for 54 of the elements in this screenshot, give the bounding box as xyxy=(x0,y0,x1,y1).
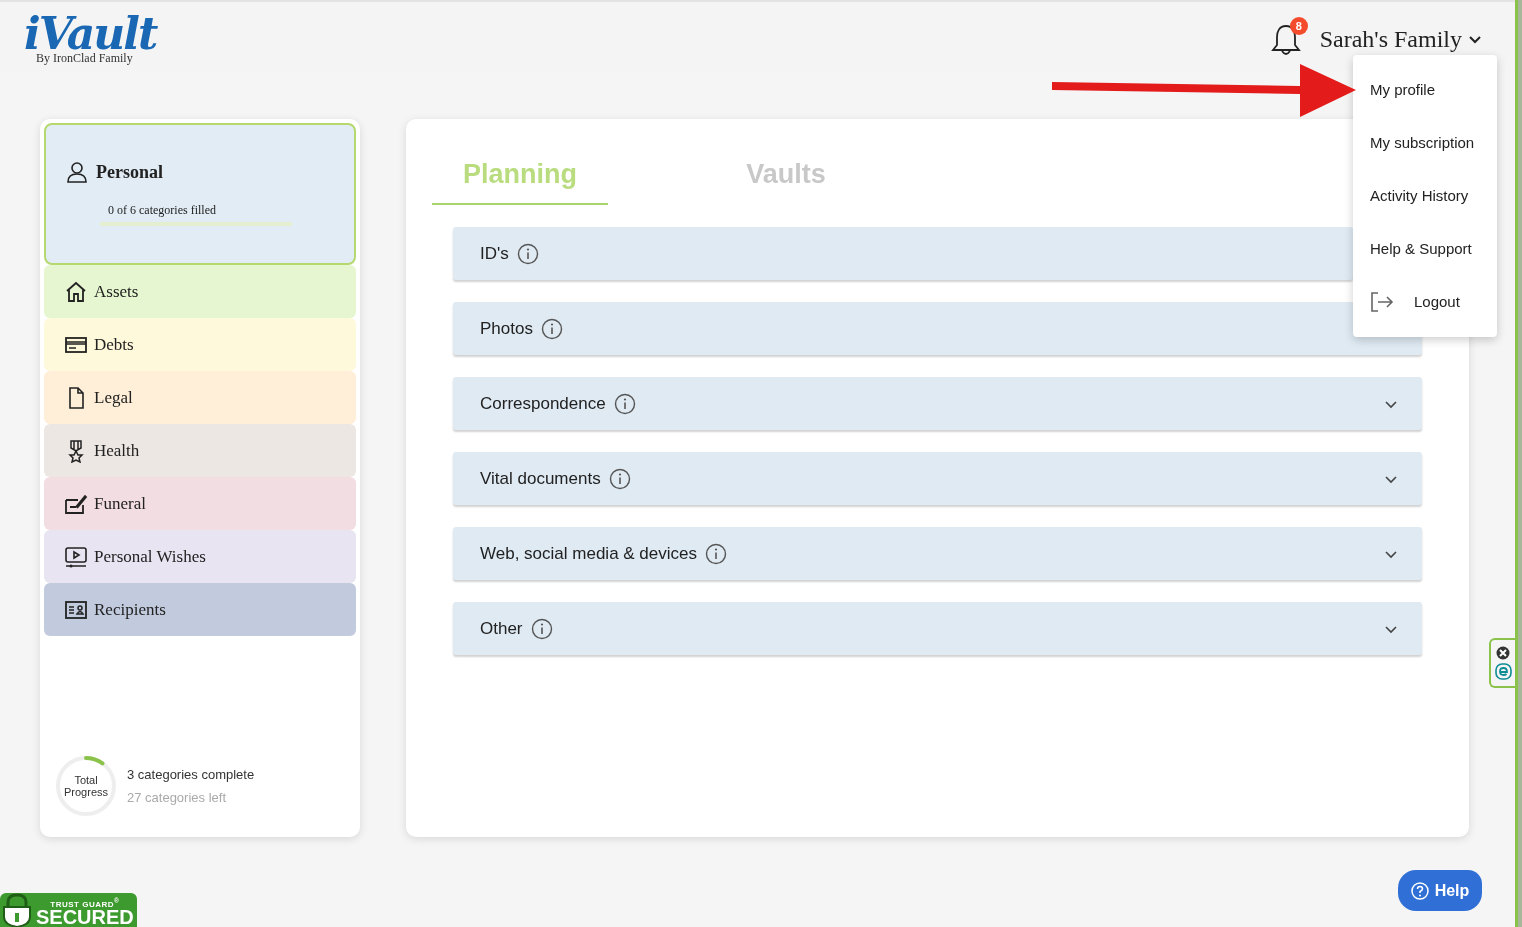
info-icon[interactable] xyxy=(608,467,631,490)
lock-icon xyxy=(0,893,34,927)
question-icon xyxy=(1410,881,1429,900)
menu-item[interactable]: My profile xyxy=(1353,63,1497,116)
extension-widget[interactable] xyxy=(1489,638,1515,688)
info-icon[interactable] xyxy=(540,317,563,340)
section-title: Vital documents xyxy=(480,468,601,489)
secured-label: SECURED xyxy=(36,907,134,927)
sidebar-item[interactable]: Personal Wishes xyxy=(44,530,356,583)
notification-count: 8 xyxy=(1289,16,1308,35)
chevron-icon[interactable] xyxy=(1384,398,1398,409)
trust-guard-label: TRUST GUARD$^{®}$ xyxy=(50,897,120,909)
section-title: Web, social media & devices xyxy=(480,543,697,564)
total-progress-label: Total Progress xyxy=(63,774,109,798)
chevron-icon[interactable] xyxy=(1384,548,1398,559)
logout-icon xyxy=(1370,290,1394,313)
accordion-header[interactable]: Web, social media & devices xyxy=(453,527,1422,580)
help-button[interactable]: Help xyxy=(1398,870,1482,911)
sidebar-item[interactable]: Debts xyxy=(44,318,356,371)
e-logo-icon[interactable] xyxy=(1494,663,1512,680)
chevron-icon[interactable] xyxy=(1384,473,1398,484)
section-title: Photos xyxy=(480,318,533,339)
section-title: Correspondence xyxy=(480,393,606,414)
video-icon xyxy=(64,544,88,569)
categories-filled-text: 0 of 6 categories filled xyxy=(108,203,216,218)
personal-card[interactable]: Personal 0 of 6 categories filled xyxy=(44,123,356,265)
accordion-header[interactable]: Other xyxy=(453,602,1422,655)
sidebar-item[interactable]: Assets xyxy=(44,265,356,318)
personal-title: Personal xyxy=(96,161,163,183)
sidebar-item[interactable]: Funeral xyxy=(44,477,356,530)
menu-item[interactable]: Help & Support xyxy=(1353,222,1497,275)
accordion-header[interactable]: Correspondence xyxy=(453,377,1422,430)
accordion-header[interactable]: Vital documents xyxy=(453,452,1422,505)
info-icon[interactable] xyxy=(613,392,636,415)
section-title: Other xyxy=(480,618,523,639)
section-title: ID's xyxy=(480,243,509,264)
trust-badge[interactable]: TRUST GUARD$^{®}$ SECURED xyxy=(0,893,137,927)
accordion-header[interactable]: ID's xyxy=(453,227,1353,280)
house-icon xyxy=(64,279,88,304)
sidebar-item[interactable]: Recipients xyxy=(44,583,356,636)
close-icon[interactable] xyxy=(1496,646,1510,660)
info-icon[interactable] xyxy=(530,617,553,640)
account-menu-button[interactable]: Sarah's Family xyxy=(1319,26,1482,53)
sidebar-item[interactable]: Legal xyxy=(44,371,356,424)
menu-item[interactable]: My subscription xyxy=(1353,116,1497,169)
bell-icon[interactable] xyxy=(1269,22,1302,57)
categories-complete-text: 3 categories complete xyxy=(127,767,255,782)
info-icon[interactable] xyxy=(705,542,727,565)
menu-item[interactable]: Activity History xyxy=(1353,169,1497,222)
chevron-icon[interactable] xyxy=(1384,623,1398,634)
info-icon[interactable] xyxy=(516,242,539,265)
sidebar-item[interactable]: Health xyxy=(44,424,356,477)
categories-left-text: 27 categories left xyxy=(127,790,227,805)
person-icon xyxy=(66,161,88,183)
